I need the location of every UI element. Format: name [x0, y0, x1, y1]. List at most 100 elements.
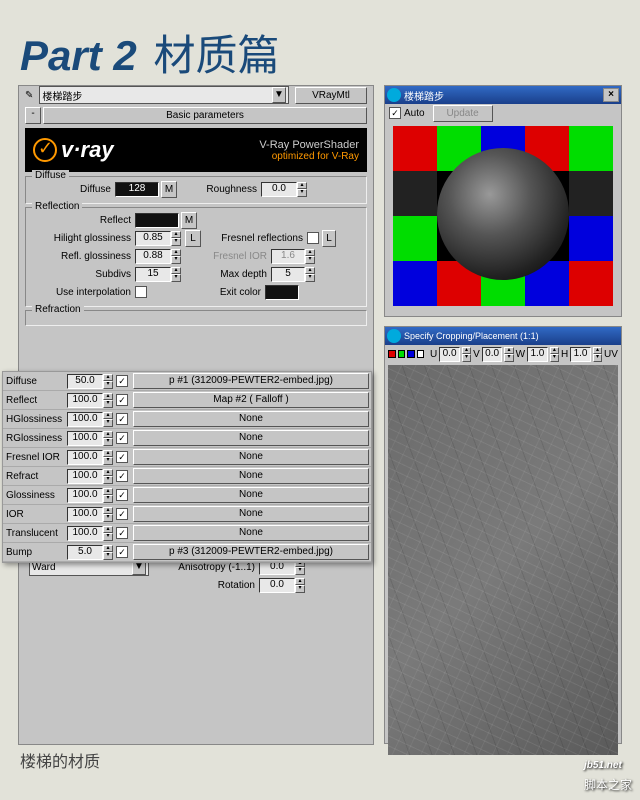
- b-icon[interactable]: [407, 350, 415, 358]
- map-slot-button[interactable]: p #1 (312009-PEWTER2-embed.jpg): [133, 373, 369, 389]
- map-enable-checkbox[interactable]: ✓: [116, 432, 128, 444]
- map-spinner[interactable]: ▴▾: [103, 412, 113, 427]
- map-amount-input[interactable]: 100.0: [67, 469, 103, 484]
- map-name: Translucent: [3, 528, 67, 539]
- map-spinner[interactable]: ▴▾: [103, 526, 113, 541]
- diffuse-title: Diffuse: [32, 170, 69, 181]
- close-icon[interactable]: ×: [603, 88, 619, 102]
- map-spinner[interactable]: ▴▾: [103, 545, 113, 560]
- fresnel-ior-label: Fresnel IOR: [181, 251, 271, 262]
- map-spinner[interactable]: ▴▾: [103, 488, 113, 503]
- map-enable-checkbox[interactable]: ✓: [116, 470, 128, 482]
- refl-gloss-input[interactable]: 0.88: [135, 249, 171, 264]
- map-enable-checkbox[interactable]: ✓: [116, 508, 128, 520]
- map-enable-checkbox[interactable]: ✓: [116, 527, 128, 539]
- collapse-icon[interactable]: -: [25, 107, 41, 124]
- a-icon[interactable]: [417, 350, 425, 358]
- w-input[interactable]: 1.0: [527, 347, 548, 362]
- map-spinner[interactable]: ▴▾: [103, 393, 113, 408]
- map-slot-button[interactable]: None: [133, 487, 369, 503]
- diffuse-group: Diffuse Diffuse 128 M Roughness 0.0 ▴▾: [25, 176, 367, 204]
- map-enable-checkbox[interactable]: ✓: [116, 394, 128, 406]
- map-name: HGlossiness: [3, 414, 67, 425]
- map-row: Translucent 100.0 ▴▾ ✓ None: [3, 524, 371, 543]
- map-amount-input[interactable]: 5.0: [67, 545, 103, 560]
- map-amount-input[interactable]: 100.0: [67, 412, 103, 427]
- useinterp-checkbox[interactable]: [135, 286, 147, 298]
- map-slot-button[interactable]: None: [133, 449, 369, 465]
- map-slot-button[interactable]: None: [133, 430, 369, 446]
- map-name: Refract: [3, 471, 67, 482]
- fresnel-lock[interactable]: L: [322, 230, 336, 247]
- map-slot-button[interactable]: Map #2 ( Falloff ): [133, 392, 369, 408]
- title-zh: 材质篇: [154, 34, 280, 80]
- map-amount-input[interactable]: 100.0: [67, 488, 103, 503]
- map-enable-checkbox[interactable]: ✓: [116, 375, 128, 387]
- map-enable-checkbox[interactable]: ✓: [116, 546, 128, 558]
- map-amount-input[interactable]: 100.0: [67, 431, 103, 446]
- map-enable-checkbox[interactable]: ✓: [116, 413, 128, 425]
- roughness-spinner[interactable]: ▴▾: [297, 182, 307, 197]
- map-slot-button[interactable]: p #3 (312009-PEWTER2-embed.jpg): [133, 544, 369, 560]
- texture-preview[interactable]: [388, 365, 618, 755]
- rotation-input[interactable]: 0.0: [259, 578, 295, 593]
- maxdepth-input[interactable]: 5: [271, 267, 305, 282]
- map-spinner[interactable]: ▴▾: [103, 469, 113, 484]
- map-spinner[interactable]: ▴▾: [103, 374, 113, 389]
- material-preview: [393, 126, 613, 306]
- md-spinner[interactable]: ▴▾: [305, 267, 315, 282]
- basic-params-header[interactable]: - Basic parameters: [25, 107, 367, 124]
- material-name-dropdown[interactable]: 楼梯踏步 ▼: [39, 86, 289, 104]
- crop-titlebar[interactable]: Specify Cropping/Placement (1:1): [385, 327, 621, 345]
- r-icon[interactable]: [388, 350, 396, 358]
- map-amount-input[interactable]: 100.0: [67, 507, 103, 522]
- fresnel-checkbox[interactable]: [307, 232, 319, 244]
- map-amount-input[interactable]: 100.0: [67, 526, 103, 541]
- map-amount-input[interactable]: 100.0: [67, 450, 103, 465]
- rg-spinner[interactable]: ▴▾: [171, 249, 181, 264]
- map-slot-button[interactable]: None: [133, 506, 369, 522]
- map-row: Fresnel IOR 100.0 ▴▾ ✓ None: [3, 448, 371, 467]
- map-enable-checkbox[interactable]: ✓: [116, 451, 128, 463]
- fior-spinner[interactable]: ▴▾: [305, 249, 315, 264]
- map-amount-input[interactable]: 50.0: [67, 374, 103, 389]
- map-enable-checkbox[interactable]: ✓: [116, 489, 128, 501]
- exitcolor-label: Exit color: [147, 287, 265, 298]
- map-slot-button[interactable]: None: [133, 468, 369, 484]
- map-name: Fresnel IOR: [3, 452, 67, 463]
- rot-spinner[interactable]: ▴▾: [295, 578, 305, 593]
- fresnel-ior-input[interactable]: 1.6: [271, 249, 305, 264]
- v-input[interactable]: 0.0: [482, 347, 503, 362]
- hilight-gloss-input[interactable]: 0.85: [135, 231, 171, 246]
- roughness-input[interactable]: 0.0: [261, 182, 297, 197]
- refl-gloss-label: Refl. glossiness: [31, 251, 135, 262]
- u-input[interactable]: 0.0: [439, 347, 460, 362]
- sub-spinner[interactable]: ▴▾: [171, 267, 181, 282]
- map-spinner[interactable]: ▴▾: [103, 507, 113, 522]
- lock-button[interactable]: L: [185, 230, 201, 247]
- hg-spinner[interactable]: ▴▾: [171, 231, 181, 246]
- map-amount-input[interactable]: 100.0: [67, 393, 103, 408]
- g-icon[interactable]: [398, 350, 406, 358]
- auto-checkbox[interactable]: ✓: [389, 107, 401, 119]
- diffuse-color[interactable]: 128: [115, 182, 159, 197]
- auto-label: Auto: [404, 108, 425, 119]
- reflect-map-button[interactable]: M: [181, 212, 197, 229]
- h-input[interactable]: 1.0: [570, 347, 591, 362]
- subdivs-input[interactable]: 15: [135, 267, 171, 282]
- map-spinner[interactable]: ▴▾: [103, 431, 113, 446]
- preview-sphere: [437, 148, 569, 280]
- reflect-color[interactable]: [135, 213, 179, 228]
- material-type-button[interactable]: VRayMtl: [295, 87, 367, 104]
- exitcolor-swatch[interactable]: [265, 285, 299, 300]
- preview-titlebar[interactable]: 楼梯踏步 ×: [385, 86, 621, 104]
- map-slot-button[interactable]: None: [133, 525, 369, 541]
- map-slot-button[interactable]: None: [133, 411, 369, 427]
- pick-icon[interactable]: ✎: [25, 90, 33, 101]
- brdf-type: Ward: [32, 562, 56, 573]
- preview-title: 楼梯踏步: [404, 88, 444, 103]
- map-row: Glossiness 100.0 ▴▾ ✓ None: [3, 486, 371, 505]
- update-button[interactable]: Update: [433, 105, 493, 122]
- diffuse-map-button[interactable]: M: [161, 181, 177, 198]
- map-spinner[interactable]: ▴▾: [103, 450, 113, 465]
